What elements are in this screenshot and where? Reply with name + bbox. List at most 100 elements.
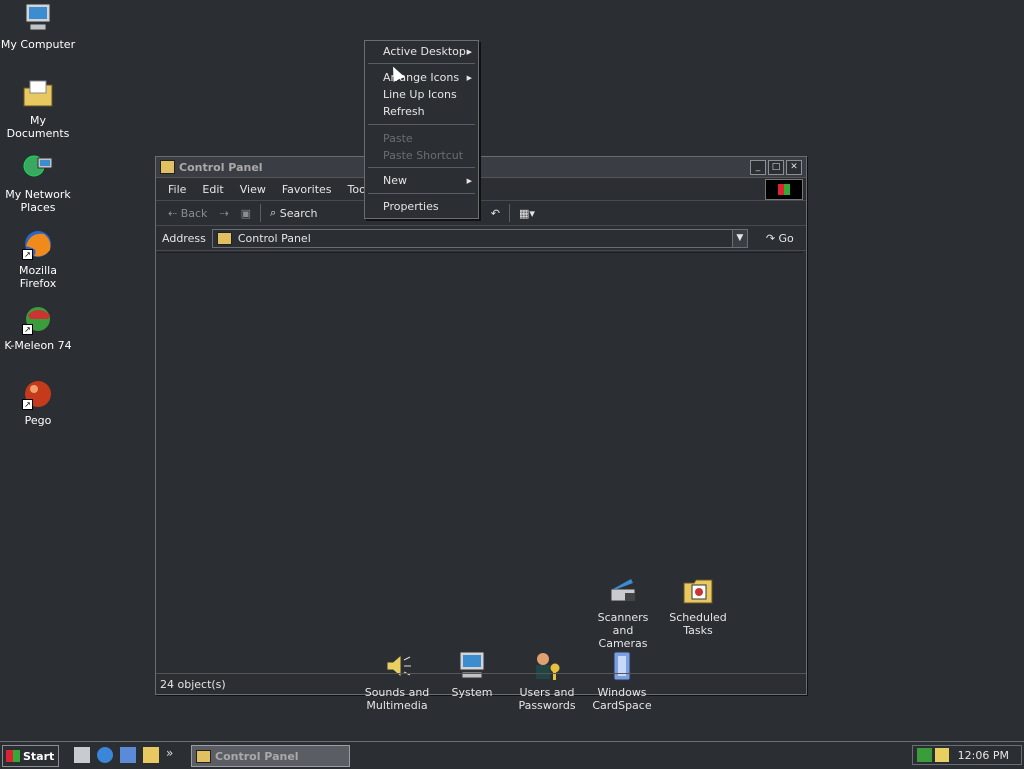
toolbar: ⇠ Back ⇢ ▣ ⌕ Search ✕ ↶ ▦▾ [156,201,806,226]
start-label: Start [23,749,55,763]
undo-button[interactable]: ↶ [485,207,506,220]
ctx-item-label: Active Desktop [383,45,466,58]
ctx-item-properties[interactable]: Properties [383,200,439,213]
desktop-icon-label: Pego [24,414,52,427]
volume-tray-icon[interactable] [935,748,949,762]
desktop-icon-firefox[interactable]: ↗ Mozilla Firefox [0,228,76,290]
explorer-icon[interactable] [143,747,159,763]
ctx-item-label: Properties [383,200,439,213]
submenu-arrow-icon: ▶ [466,177,472,185]
network-places-icon [22,152,54,184]
ctx-item-paste-shortcut[interactable]: Paste Shortcut [383,149,463,162]
close-button[interactable]: ✕ [786,159,802,175]
address-input[interactable]: Control Panel ▼ [211,228,748,248]
desktop-icon-my-computer[interactable]: My Computer [0,2,76,51]
address-label: Address [162,231,206,245]
desktop-icon-kmeleon[interactable]: ↗ K-Meleon 74 [0,303,76,352]
address-value: Control Panel [237,231,311,245]
status-bar: 24 object(s) [156,673,806,694]
minimize-button[interactable]: _ [750,159,766,175]
search-button[interactable]: ⌕ Search [264,206,323,220]
desktop-icon-label: My Computer [0,38,76,51]
search-icon: ⌕ [270,206,280,219]
go-label: Go [778,231,794,245]
system-tray: 12:06 PM [912,745,1022,765]
status-text: 24 object(s) [160,677,226,691]
shortcut-arrow-icon: ↗ [22,249,33,260]
menu-divider [368,124,475,125]
menu-bar: File Edit View Favorites Tools [156,178,806,201]
desktop-icon-label: My Documents [6,114,70,140]
ctx-item-label: Line Up Icons [383,88,457,101]
back-label: Back [180,206,208,220]
menu-divider [368,167,475,168]
go-button[interactable]: ↷ Go [766,232,794,245]
outlook-icon[interactable] [120,747,136,763]
ctx-item-label: Paste Shortcut [383,149,464,162]
ctx-item-refresh[interactable]: Refresh [383,105,425,118]
toolbar-separator [260,204,262,222]
menu-favorites[interactable]: Favorites [274,183,340,196]
control-panel-icon [160,160,175,174]
clock[interactable]: 12:06 PM [958,749,1009,762]
chevron-icon[interactable]: » [166,747,182,763]
scanner-icon [607,575,639,607]
cp-item-scanners[interactable]: Scanners and Cameras [587,575,659,650]
submenu-arrow-icon: ▶ [466,48,472,56]
cp-item-scheduled-tasks[interactable]: Scheduled Tasks [662,575,734,637]
firefox-icon: ↗ [22,228,54,260]
scheduled-tasks-icon [682,575,714,607]
address-dropdown-button[interactable]: ▼ [731,229,747,247]
menu-view[interactable]: View [232,183,274,196]
task-label: Control Panel [215,749,299,763]
ctx-item-active-desktop[interactable]: Active Desktop [383,45,466,58]
desktop-icon-pego[interactable]: ↗ Pego [0,378,76,427]
windows-logo-icon [765,179,803,200]
network-tray-icon[interactable] [917,748,932,762]
up-folder-button[interactable]: ▣ [235,207,257,220]
windows-flag-icon [6,750,20,762]
ctx-item-line-up-icons[interactable]: Line Up Icons [383,88,457,101]
taskbar-button-control-panel[interactable]: Control Panel [191,745,350,767]
toolbar-separator [508,204,510,222]
kmeleon-icon: ↗ [22,303,54,335]
shortcut-arrow-icon: ↗ [22,324,33,335]
search-label: Search [279,206,318,220]
cp-item-label: Scheduled Tasks [669,611,727,637]
ctx-item-label: Refresh [383,105,425,118]
pego-icon: ↗ [22,378,54,410]
control-panel-icon [196,749,211,763]
forward-button[interactable]: ⇢ [213,207,234,220]
desktop-context-menu: Active Desktop ▶ Arrange Icons ▶ Line Up… [364,40,479,219]
back-arrow-icon: ⇠ [168,206,181,220]
desktop-icon-label: Mozilla Firefox [19,264,57,290]
cp-item-label: Scanners and Cameras [597,611,649,650]
show-desktop-icon[interactable] [74,747,90,763]
control-panel-icon [216,231,232,245]
internet-explorer-icon[interactable] [97,747,113,763]
submenu-arrow-icon: ▶ [466,74,472,82]
views-button[interactable]: ▦▾ [513,207,541,220]
address-bar: Address Control Panel ▼ ↷ Go [156,226,806,251]
menu-divider [368,193,475,194]
window-titlebar[interactable]: Control Panel _ □ ✕ [156,157,806,178]
my-documents-icon [22,78,54,110]
menu-edit[interactable]: Edit [194,183,231,196]
shortcut-arrow-icon: ↗ [22,399,33,410]
back-button[interactable]: ⇠ Back [162,207,213,220]
desktop-icon-my-documents[interactable]: My Documents [0,78,76,140]
my-computer-icon [22,2,54,34]
desktop-icon-label: K-Meleon 74 [4,339,72,352]
start-button[interactable]: Start [2,745,59,767]
content-area: Scanners and Cameras Scheduled Tasks Sou… [157,252,803,712]
ctx-item-new[interactable]: New [383,174,407,187]
control-panel-window: Control Panel _ □ ✕ File Edit View Favor… [155,156,807,712]
menu-file[interactable]: File [160,183,194,196]
menu-divider [368,63,475,64]
desktop-icon-label: My Network Places [5,188,71,214]
maximize-button[interactable]: □ [768,159,784,175]
ctx-item-label: Paste [383,132,413,145]
ctx-item-label: New [383,174,407,187]
desktop-icon-network[interactable]: My Network Places [0,152,76,214]
ctx-item-paste[interactable]: Paste [383,132,413,145]
